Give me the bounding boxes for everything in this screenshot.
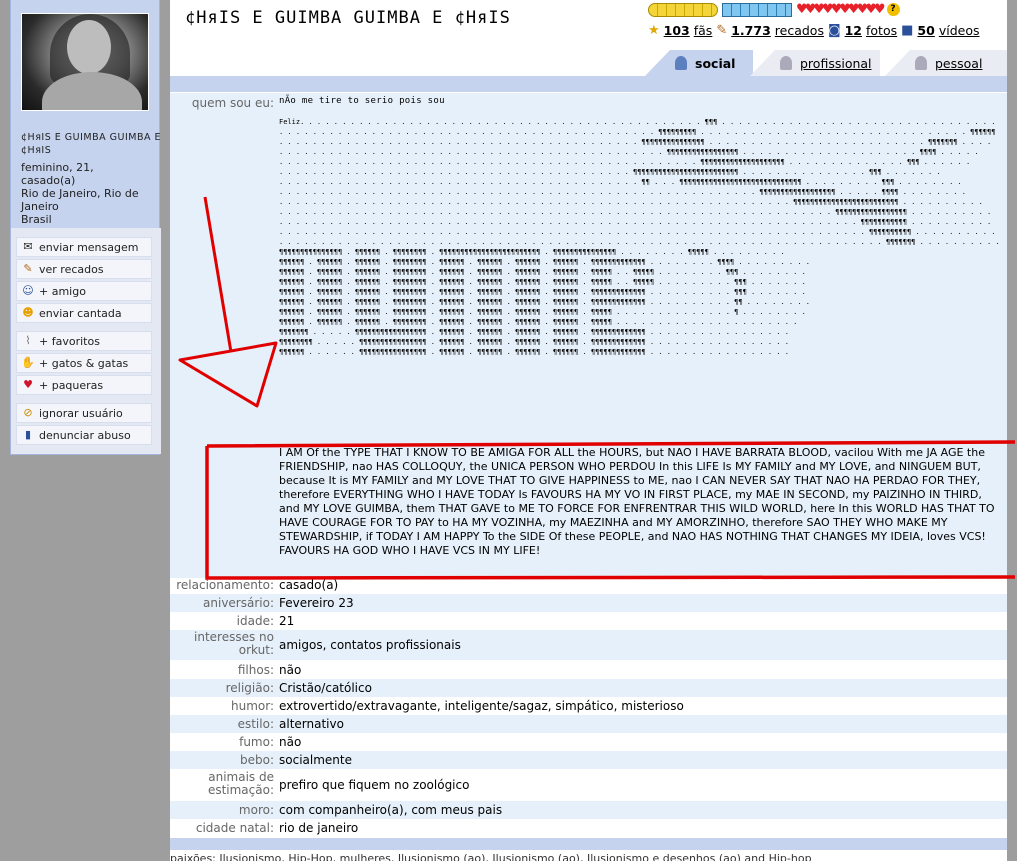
profile-stats: ★ 103 fãs ✎ 1.773 recados ◙ 12 fotos ■ 5… (648, 23, 998, 38)
scraps-label[interactable]: recados (775, 23, 824, 38)
field-smoking: fumo: não (239, 735, 302, 749)
menu-group-moderation: ⊘ ignorar usuário ▮ denunciar abuso (16, 403, 152, 447)
ignore-user-button[interactable]: ⊘ ignorar usuário (16, 403, 152, 423)
profile-city: Rio de Janeiro, Rio de Janeiro (21, 187, 139, 213)
scrap-icon: ✎ (716, 23, 728, 38)
report-icon: ▮ (24, 428, 32, 441)
ignore-icon: ⊘ (23, 406, 33, 419)
camera-icon: ◙ (827, 23, 841, 38)
profile-info: feminino, 21, casado(a) Rio de Janeiro, … (21, 161, 161, 226)
ascii-art: Feliz. . . . . . . . . . . . . . . . . .… (279, 118, 999, 356)
add-crushes-button[interactable]: ♥ + paqueras (16, 375, 152, 395)
page-title: ¢HяIS E GUIMBA GUIMBA E ¢HяIS (185, 8, 511, 28)
field-interests: interesses no orkut: amigos, contatos pro… (170, 630, 1007, 660)
photos-label[interactable]: fotos (866, 23, 897, 38)
field-style: estilo: alternativo (170, 715, 1007, 733)
add-friend-icon: ☺ (22, 284, 34, 297)
profile-photo[interactable] (21, 13, 149, 111)
profile-country: Brasil (21, 213, 52, 226)
field-hometown: cidade natal: rio de janeiro (195, 821, 359, 835)
menu-group-contact: ✉ enviar mensagem ✎ ver recados ☺ + amigo ☻… (16, 237, 152, 325)
video-camera-icon: ■ (901, 23, 914, 38)
add-favorites-button[interactable]: ⌇ + favoritos (16, 331, 152, 351)
clip-icon: ⌇ (25, 334, 31, 347)
field-age: idade: 21 (236, 614, 295, 628)
smiley-icon: ☻ (22, 306, 34, 319)
view-scraps-button[interactable]: ✎ ver recados (16, 259, 152, 279)
add-friend-button[interactable]: ☺ + amigo (16, 281, 152, 301)
field-drinking: bebo: socialmente (170, 751, 1007, 769)
about-text: I AM Of the TYPE THAT I KNOW TO BE AMIGA… (279, 446, 995, 557)
field-birthday: aniversário: Fevereiro 23 (170, 594, 1007, 612)
envelope-icon: ✉ (23, 240, 33, 253)
profile-name: ¢HяIS E GUIMBA GUIMBA E ¢HяIS (21, 132, 161, 156)
tab-personal[interactable]: pessoal (885, 50, 1007, 76)
profile-gender-age: feminino, 21, (21, 161, 94, 174)
menu-group-lists: ⌇ + favoritos ✋ + gatos & gatas ♥ + paquera… (16, 331, 152, 397)
sexy-rating-icon: ♥♥♥♥♥♥♥♥♥♥ (796, 2, 886, 17)
send-message-button[interactable]: ✉ enviar mensagem (16, 237, 152, 257)
videos-label[interactable]: vídeos (939, 23, 980, 38)
field-pets: animais de estimação: prefiro que fiquem … (207, 770, 470, 797)
profile-tabs: social profissional pessoal (170, 50, 1007, 76)
hand-icon: ✋ (21, 356, 35, 369)
field-lives-with: moro: com companheiro(a), com meus pais (170, 801, 1007, 819)
person-icon (780, 56, 792, 70)
videos-link[interactable]: 50 (917, 23, 934, 38)
person-icon (915, 56, 927, 70)
rating-icons: ♥♥♥♥♥♥♥♥♥♥ ? (648, 1, 998, 18)
profile-status: casado(a) (21, 174, 76, 187)
star-icon: ★ (648, 23, 660, 38)
fans-label[interactable]: fãs (694, 23, 713, 38)
report-abuse-button[interactable]: ▮ denunciar abuso (16, 425, 152, 445)
profile-main: ¢HяIS E GUIMBA GUIMBA E ¢HяIS ♥♥♥♥♥♥♥♥♥♥… (170, 0, 1007, 861)
ascii-feliz: Feliz (279, 118, 301, 126)
cool-rating-icon (722, 2, 792, 17)
help-icon[interactable]: ? (886, 3, 900, 16)
fans-link[interactable]: 103 (664, 23, 690, 38)
add-hotties-button[interactable]: ✋ + gatos & gatas (16, 353, 152, 373)
person-icon (675, 56, 687, 70)
field-relationship: relacionamento: casado(a) (176, 578, 339, 592)
profile-rating-stats: ♥♥♥♥♥♥♥♥♥♥ ? ★ 103 fãs ✎ 1.773 recados ◙… (648, 1, 998, 38)
heart-icon: ♥ (23, 378, 33, 391)
field-religion: religião: Cristão/católico (170, 679, 1007, 697)
photos-link[interactable]: 12 (845, 23, 862, 38)
scraps-link[interactable]: 1.773 (731, 23, 771, 38)
section-band (170, 76, 1007, 92)
field-children: filhos: não (237, 663, 302, 677)
scrap-icon: ✎ (23, 262, 33, 275)
send-crush-button[interactable]: ☻ enviar cantada (16, 303, 152, 323)
field-humor: humor: extrovertido/extravagante, intelig… (230, 699, 684, 713)
bottom-section-band (170, 838, 1007, 850)
trusty-rating-icon (648, 2, 718, 17)
tab-professional[interactable]: profissional (750, 50, 880, 76)
about-label: quem sou eu: (191, 96, 274, 110)
cut-off-row: paixões: Ilusionismo, Hip-Hop, mulheres,… (170, 852, 812, 861)
tab-social[interactable]: social (645, 50, 753, 76)
